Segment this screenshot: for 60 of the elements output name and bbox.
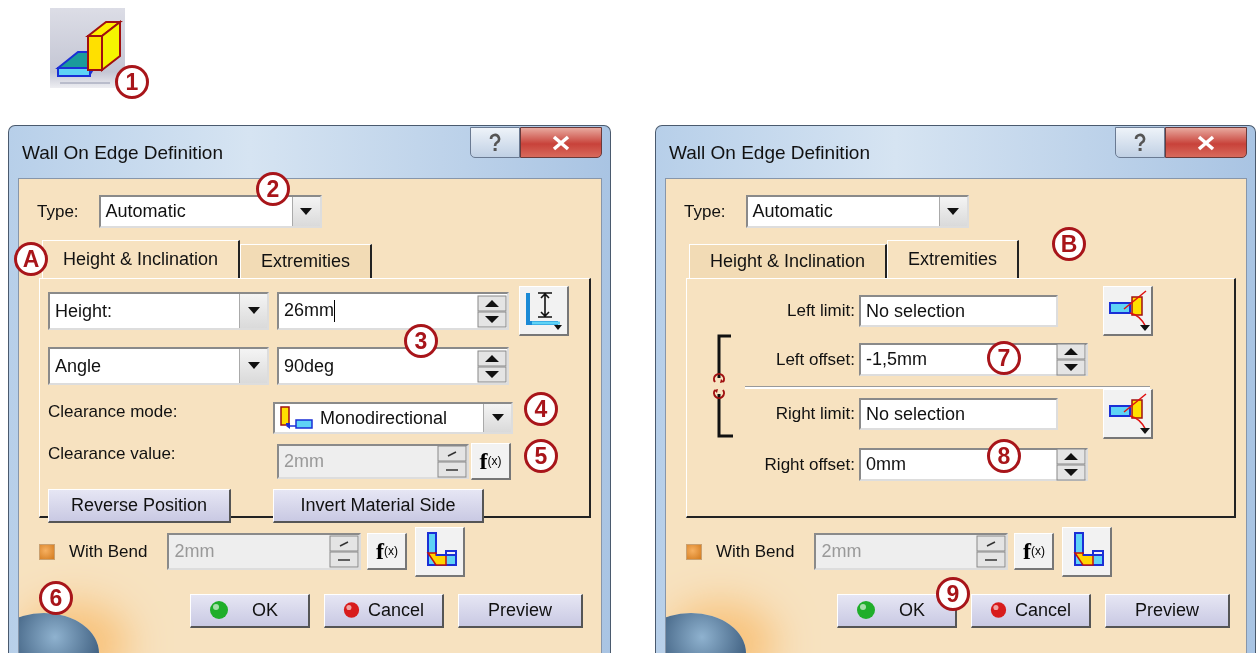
help-icon [488,132,502,153]
field-label: Clearance mode: [48,402,179,422]
field-label: Left limit: [785,301,856,321]
checkbox-label: With Bend [69,541,148,562]
help-icon [1133,132,1147,153]
field-label: Clearance value: [48,444,177,464]
window-title: Wall On Edge Definition [21,142,223,164]
clearance-icon [280,406,314,430]
type-label: Type: [37,201,79,222]
dropdown-arrow-icon [247,362,260,370]
bend-button[interactable] [1062,526,1113,577]
dropdown-arrow-icon [247,307,260,315]
field-label: Left offset: [774,349,856,370]
preview-button[interactable]: Preview [458,593,583,628]
ball-icon [990,600,1007,620]
tab[interactable]: Extremities [240,244,373,278]
callout-marker: 2 [256,172,290,206]
cancel-button[interactable]: Cancel [324,593,444,628]
invert-button[interactable]: Invert Material Side [273,489,484,523]
wall-tool-icon[interactable] [50,8,125,88]
limit-type-button[interactable] [1103,286,1153,336]
spin-arrows-icon[interactable] [477,294,507,328]
selection-field[interactable]: No selection [859,295,1058,327]
spin-arrows-icon[interactable] [1056,448,1086,481]
help-button[interactable] [1115,127,1165,158]
tab[interactable]: Extremities [887,240,1020,278]
help-button[interactable] [470,127,520,158]
spin-arrows-icon[interactable] [1056,343,1086,376]
dropdown-arrow-icon [491,414,504,422]
close-icon [1197,134,1215,151]
dropdown-arrow-icon [947,207,960,216]
tab[interactable]: Height & Inclination [689,244,888,278]
checkbox-label: With Bend [716,541,795,562]
close-icon [552,134,570,151]
dropdown[interactable]: Automatic [745,195,969,228]
ball-icon [343,600,360,620]
type-label: Type: [684,201,726,222]
callout-marker: 1 [115,65,149,99]
ok-button[interactable]: OK [190,593,310,628]
spin-field[interactable]: 26mm [277,292,509,330]
close-button[interactable] [520,127,602,158]
field-label: Right offset: [763,454,856,475]
preview-button[interactable]: Preview [1105,593,1230,628]
height-type-button[interactable] [519,286,569,336]
selection-field[interactable]: No selection [859,398,1058,430]
window-title: Wall On Edge Definition [668,142,870,164]
reverse-button[interactable]: Reverse Position [48,489,231,523]
tab[interactable]: Height & Inclination [42,240,241,278]
ball-icon [209,600,229,620]
dropdown[interactable]: Height: [48,292,269,330]
bend-button[interactable] [415,526,466,577]
field-label: Right limit: [774,404,856,424]
limit-type-button[interactable] [1103,389,1153,439]
clearance-mode-dropdown[interactable]: Monodirectional [273,402,513,434]
spin-arrows-icon[interactable] [477,349,507,383]
cancel-button[interactable]: Cancel [971,593,1091,628]
ball-icon [856,600,876,620]
close-button[interactable] [1165,127,1247,158]
dropdown[interactable]: Angle [48,347,269,385]
dropdown-arrow-icon [300,207,313,216]
